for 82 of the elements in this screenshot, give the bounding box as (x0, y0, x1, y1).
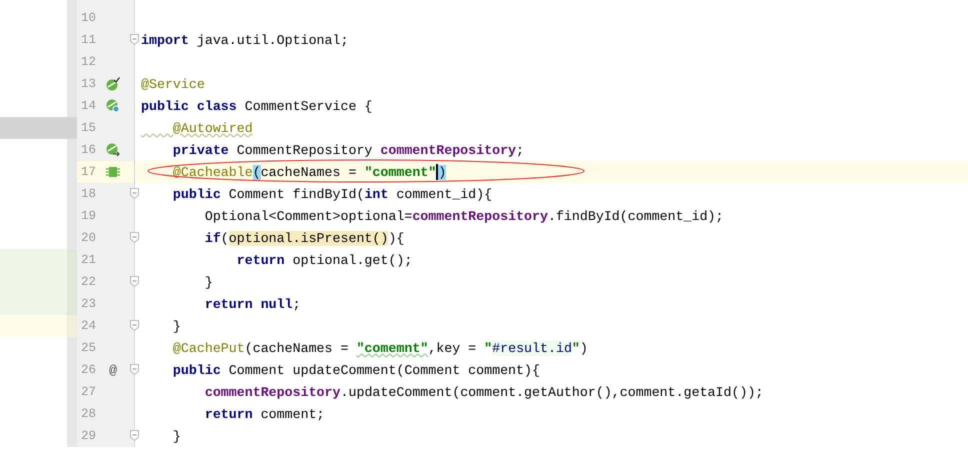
code-string-warn: "comemnt" (356, 340, 428, 356)
code-spel: #result.id (492, 340, 572, 356)
fold-icon[interactable] (130, 364, 139, 375)
text-caret (436, 164, 438, 180)
line-number: 20 (81, 231, 98, 245)
bean-search-icon[interactable] (106, 99, 120, 113)
code-keyword: public (172, 186, 221, 202)
code-keyword: return (236, 252, 285, 268)
fold-icon[interactable] (130, 430, 139, 441)
fold-icon[interactable] (130, 188, 139, 199)
line-number: 25 (81, 341, 98, 355)
code-keyword: private (172, 142, 229, 158)
line-number: 21 (81, 253, 98, 267)
code-text: (cacheNames = (244, 340, 350, 356)
code-text: ,key = (428, 340, 478, 356)
code-text: } (172, 318, 181, 334)
line-number: 23 (81, 297, 98, 311)
code-brace-match: ( (252, 164, 261, 180)
code-keyword: import (141, 32, 189, 48)
code-annotation: @Cacheable (172, 164, 253, 180)
code-text: comment; (260, 406, 325, 422)
code-text: ; (292, 296, 301, 312)
gutter-mark[interactable]: @ (109, 362, 117, 378)
code-text: java.util.Optional; (196, 32, 348, 48)
line-number: 24 (81, 319, 98, 333)
line-number: 12 (81, 55, 98, 69)
line-number: 11 (81, 33, 98, 47)
margin-strip (67, 249, 77, 271)
code-string: " (572, 340, 580, 356)
fold-icon[interactable] (130, 276, 139, 287)
code-text: CommentRepository (236, 142, 374, 158)
code-text: CommentService { (244, 98, 372, 114)
cache-icon[interactable] (106, 166, 120, 178)
margin-strip (67, 315, 77, 337)
code-highlight: optional.isPresent() (228, 230, 388, 246)
code-keyword: public (172, 362, 221, 378)
code-keyword: if (204, 230, 221, 246)
code-text: cacheNames = (260, 164, 358, 180)
line-number: 29 (81, 429, 98, 443)
line-number: 17 (81, 165, 98, 179)
code-text: Comment findById( (228, 186, 364, 202)
code-keyword: int (364, 186, 388, 202)
bean-check-icon[interactable] (106, 77, 120, 91)
code-text: ; (516, 142, 524, 158)
fold-icon[interactable] (130, 232, 139, 243)
line-number: 16 (81, 143, 98, 157)
line-number: 18 (81, 187, 98, 201)
code-text: comment_id){ (395, 186, 492, 202)
line-number: 10 (81, 11, 98, 25)
fold-icon[interactable] (130, 34, 139, 45)
code-annotation-warn: @Autowired (172, 120, 253, 136)
line-number: 15 (81, 121, 98, 135)
code-field: commentRepository (412, 208, 548, 224)
code-annotation: @Service (141, 76, 205, 92)
fold-icon[interactable] (130, 320, 139, 331)
code-text: ){ (388, 230, 404, 246)
code-text: optional.get(); (292, 252, 412, 268)
line-number: 14 (81, 99, 98, 113)
line-number: 22 (81, 275, 98, 289)
line-number: 28 (81, 407, 98, 421)
code-text: .findById(comment_id); (548, 208, 724, 224)
code-text: .updateComment(comment.getAuthor(),comment.getaId()); (340, 384, 764, 400)
code-text: } (204, 274, 213, 290)
line-number: 19 (81, 209, 98, 223)
code-text: ) (580, 340, 588, 356)
code-keyword: return (204, 406, 253, 422)
code-annotation: @CachePut (172, 340, 245, 356)
code-field: commentRepository (141, 384, 340, 400)
margin-strip (67, 293, 77, 315)
code-field: commentRepository (380, 142, 516, 158)
line-number: 13 (81, 77, 98, 91)
code-string: " (484, 340, 492, 356)
code-text: ( (220, 230, 229, 246)
code-brace-match: ) (438, 164, 446, 180)
code-keyword: return null (204, 296, 293, 312)
code-text: Comment updateComment(Comment comment){ (228, 362, 540, 378)
line-number: 27 (81, 385, 98, 399)
code-text: } (172, 428, 181, 444)
code-keyword: public class (141, 98, 237, 114)
code-string: "comment" (364, 164, 436, 180)
code-text: Optional<Comment>optional= (204, 208, 412, 224)
line-number: 26 (81, 363, 98, 377)
